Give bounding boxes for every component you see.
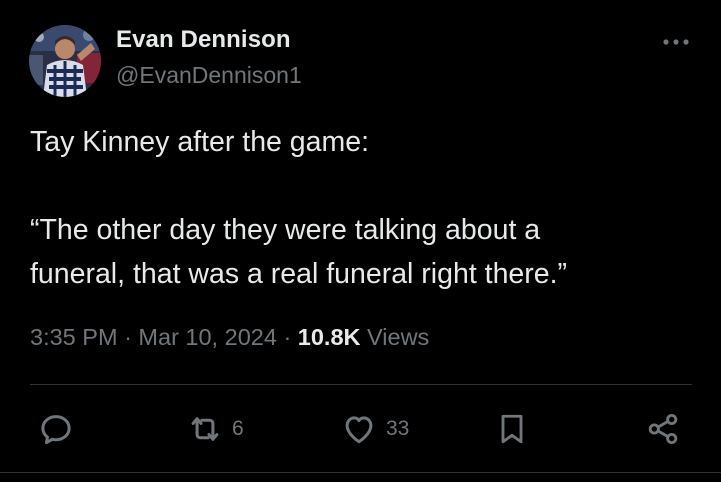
retweet-button[interactable]: 6 — [186, 408, 244, 450]
reply-icon — [41, 415, 71, 445]
tweet-time[interactable]: 3:35 PM — [30, 324, 118, 350]
retweet-count: 6 — [232, 417, 244, 440]
meta-separator: · — [283, 324, 292, 350]
tweet-card[interactable]: Evan Dennison @EvanDennison1 Tay Kinney … — [0, 0, 721, 482]
retweet-icon — [191, 417, 219, 441]
like-button[interactable]: 33 — [340, 408, 409, 450]
divider — [30, 384, 692, 385]
bookmark-button[interactable] — [494, 408, 530, 450]
tweet-text: Tay Kinney after the game: “The other da… — [30, 120, 690, 296]
bookmark-icon — [501, 414, 523, 444]
avatar[interactable] — [29, 25, 101, 97]
tweet-date[interactable]: Mar 10, 2024 — [138, 324, 276, 350]
like-count: 33 — [386, 417, 410, 440]
views-label: Views — [367, 324, 430, 350]
tweet-line-2: “The other day they were talking about a — [30, 214, 541, 246]
tweet-line-3: funeral, that was a real funeral right t… — [30, 258, 568, 290]
share-button[interactable] — [644, 408, 682, 450]
display-name[interactable]: Evan Dennison — [116, 26, 291, 54]
like-icon — [345, 416, 373, 444]
meta-separator: · — [124, 324, 132, 350]
handle[interactable]: @EvanDennison1 — [116, 62, 302, 89]
share-icon — [648, 413, 678, 445]
reply-button[interactable] — [37, 408, 75, 450]
bottom-border — [0, 472, 721, 473]
avatar-image — [29, 25, 101, 97]
tweet-meta: 3:35 PM · Mar 10, 2024 · 10.8K Views — [30, 324, 429, 351]
more-button[interactable] — [656, 27, 696, 57]
more-icon — [663, 39, 689, 45]
tweet-line-1: Tay Kinney after the game: — [30, 126, 370, 158]
views-count[interactable]: 10.8K — [298, 324, 361, 350]
